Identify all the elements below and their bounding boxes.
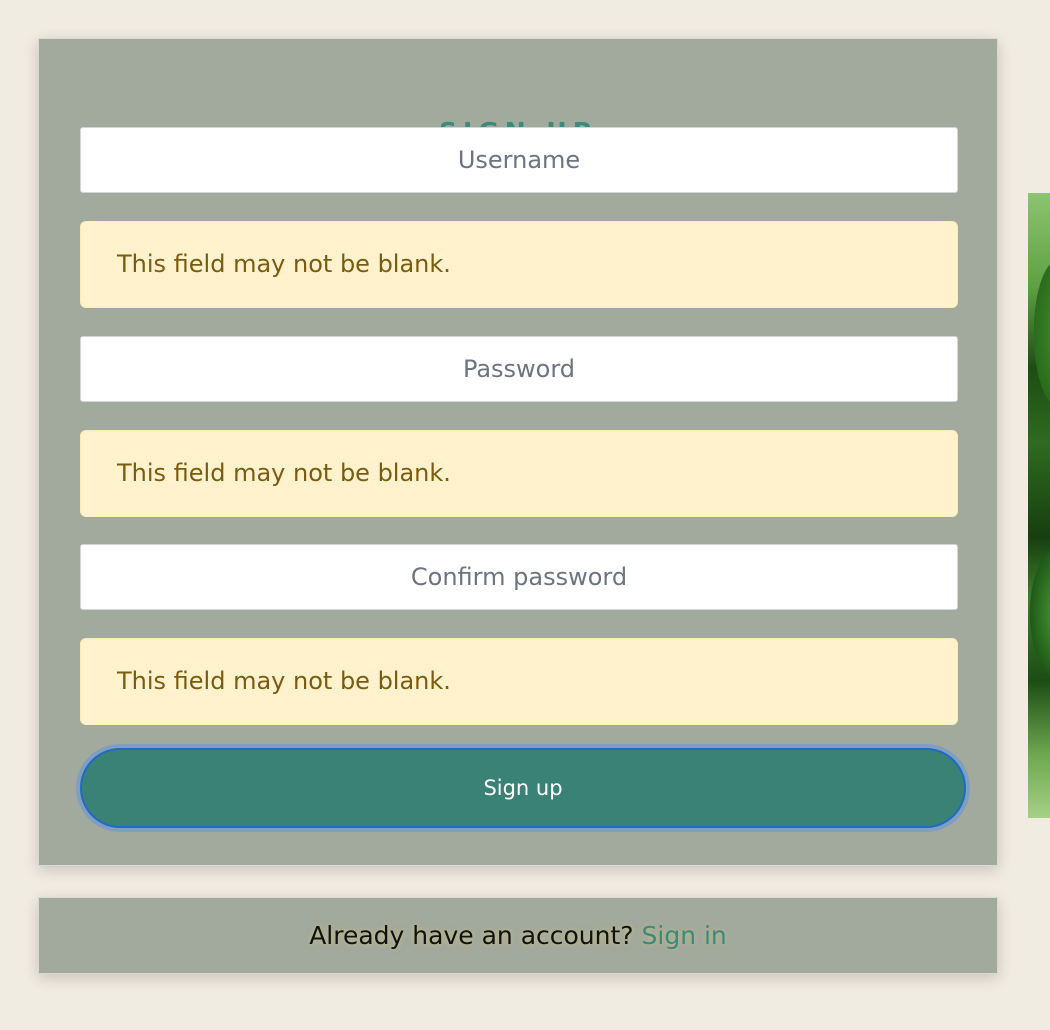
confirm-password-error-alert: This field may not be blank.: [80, 638, 958, 725]
password-error-alert: This field may not be blank.: [80, 430, 958, 517]
password-input[interactable]: Password: [80, 336, 958, 402]
signup-button[interactable]: Sign up: [80, 748, 966, 828]
signin-prompt: Already have an account?: [309, 921, 642, 950]
plant-hero-image: [1028, 193, 1050, 818]
username-error-alert: This field may not be blank.: [80, 221, 958, 308]
signin-link[interactable]: Sign in: [642, 921, 727, 950]
username-input[interactable]: Username: [80, 127, 958, 193]
confirm-password-input[interactable]: Confirm password: [80, 544, 958, 610]
signin-card: Already have an account? Sign in: [38, 897, 998, 974]
